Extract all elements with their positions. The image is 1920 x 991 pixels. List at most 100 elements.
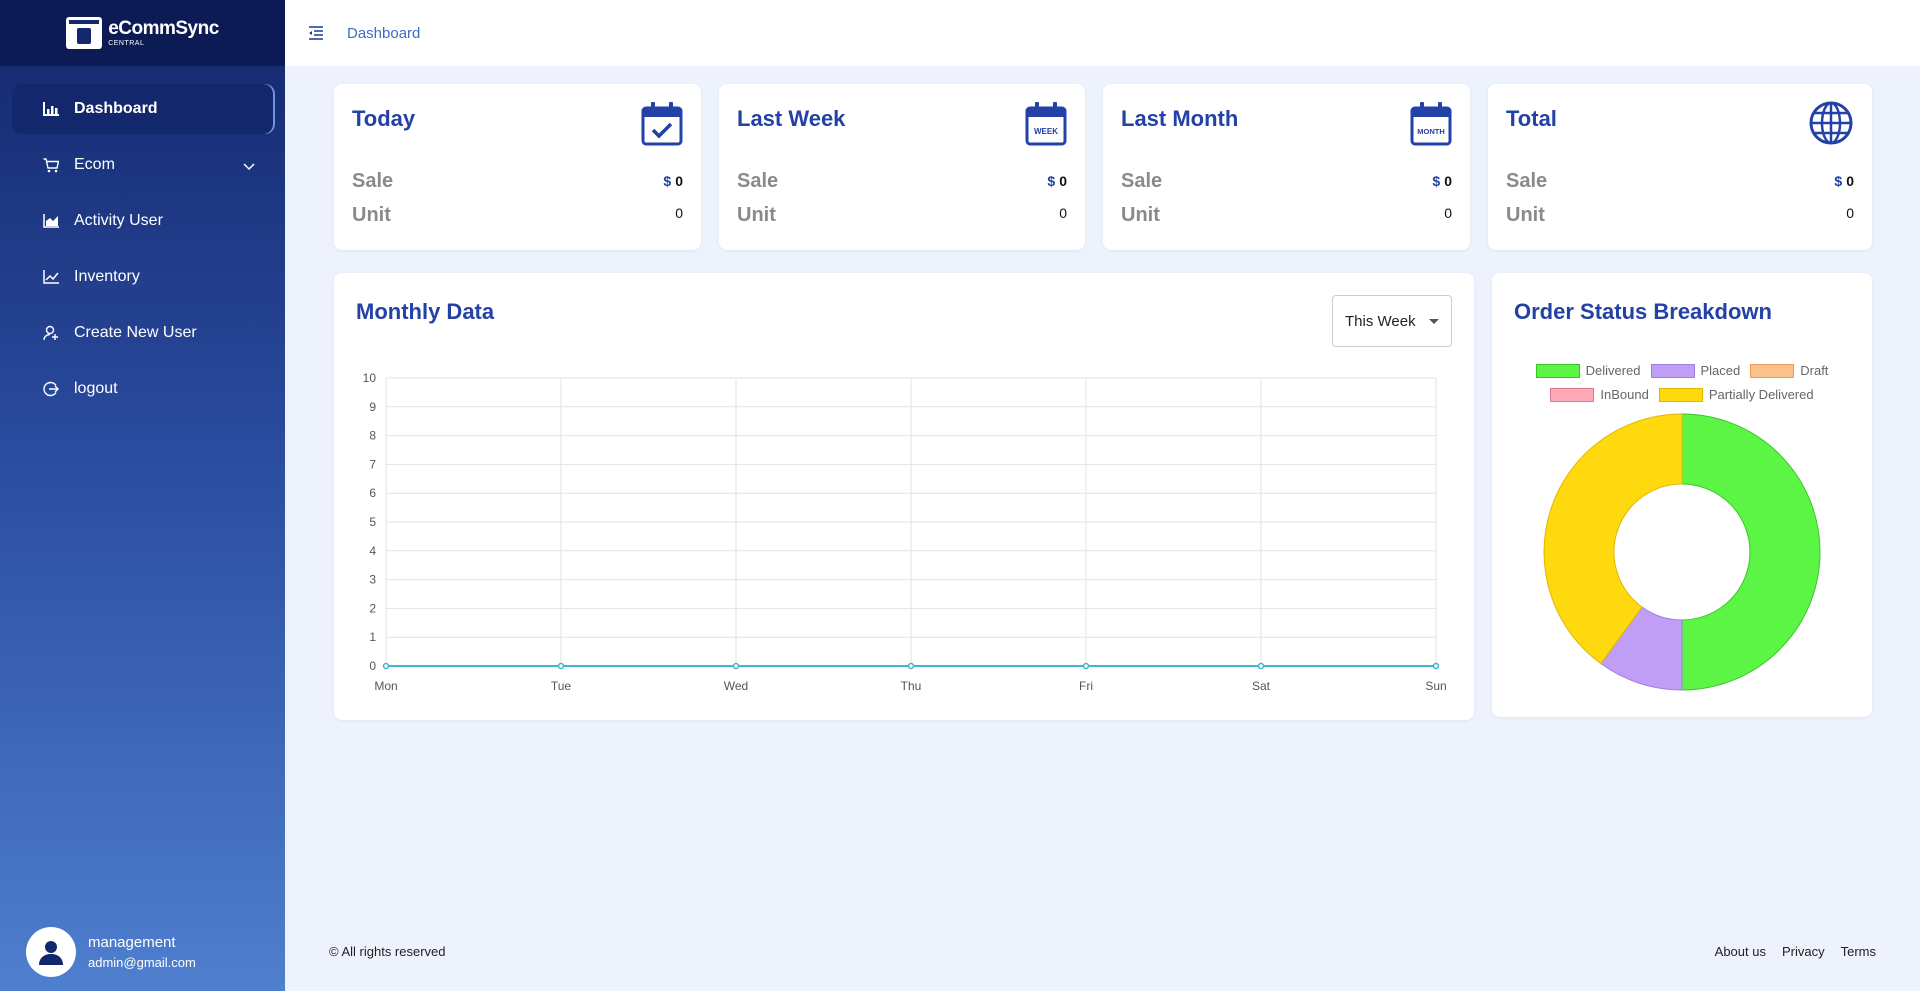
- globe-icon: [1809, 101, 1853, 145]
- data-point[interactable]: [1432, 662, 1440, 670]
- footer-link-privacy[interactable]: Privacy: [1782, 944, 1825, 959]
- data-point[interactable]: [907, 662, 915, 670]
- sidebar-nav: Dashboard Ecom Activity User Inventory C…: [0, 84, 285, 414]
- sidebar-item-label: Activity User: [74, 212, 163, 229]
- sidebar-item-create-new-user[interactable]: Create New User: [12, 308, 273, 358]
- sidebar-item-activity-user[interactable]: Activity User: [12, 196, 273, 246]
- profile-name: management: [88, 934, 176, 951]
- stat-card-total: Total Sale $0 Unit 0: [1488, 84, 1872, 250]
- x-tick-label: Mon: [374, 679, 397, 693]
- menu-toggle-icon[interactable]: [305, 22, 327, 44]
- y-tick-label: 3: [369, 573, 376, 587]
- y-tick-label: 2: [369, 601, 376, 615]
- user-add-icon: [42, 324, 60, 342]
- unit-label: Unit: [1121, 204, 1160, 226]
- brand[interactable]: eCommSync CENTRAL: [0, 0, 285, 66]
- cart-icon: [42, 156, 60, 174]
- y-tick-label: 10: [363, 371, 377, 385]
- data-point[interactable]: [557, 662, 565, 670]
- monthly-data-card: Monthly Data This Week 0 1 2 3 4 5 6 7 8 9 10 Mon Tu…: [334, 273, 1474, 720]
- logo-icon: [66, 17, 103, 49]
- legend-row: InBound Partially Delivered: [1492, 387, 1872, 402]
- stat-title: Last Week: [737, 106, 846, 131]
- legend-swatch: [1550, 387, 1595, 402]
- chart-title: Order Status Breakdown: [1514, 299, 1772, 324]
- sale-label: Sale: [1121, 170, 1163, 192]
- topbar: Dashboard: [285, 0, 1920, 66]
- donut-slice[interactable]: [1681, 413, 1821, 691]
- sale-label: Sale: [1506, 170, 1548, 192]
- legend-item[interactable]: InBound: [1550, 387, 1649, 402]
- chevron-down-icon[interactable]: [243, 158, 255, 176]
- user-profile[interactable]: management admin@gmail.com: [26, 927, 196, 977]
- sidebar-item-ecom[interactable]: Ecom: [12, 140, 273, 190]
- donut-slice[interactable]: [1543, 413, 1683, 665]
- sidebar-item-label: Create New User: [74, 324, 197, 341]
- y-tick-label: 7: [369, 457, 376, 471]
- calendar-week-icon: WEEK: [1025, 102, 1067, 146]
- stat-title: Last Month: [1121, 106, 1239, 131]
- unit-value: 0: [1846, 205, 1854, 221]
- brand-subtitle: CENTRAL: [108, 40, 145, 47]
- sidebar-item-label: Ecom: [74, 156, 115, 173]
- legend-item[interactable]: Draft: [1750, 363, 1828, 378]
- y-tick-label: 6: [369, 486, 376, 500]
- copyright: © All rights reserved: [329, 944, 446, 959]
- data-point[interactable]: [382, 662, 390, 670]
- sidebar: eCommSync CENTRAL Dashboard Ecom Activit…: [0, 0, 285, 991]
- unit-value: 0: [1059, 205, 1067, 221]
- data-point[interactable]: [1082, 662, 1090, 670]
- donut-slice[interactable]: [1600, 606, 1683, 691]
- sale-label: Sale: [737, 170, 779, 192]
- footer-link-about[interactable]: About us: [1715, 944, 1766, 959]
- data-point[interactable]: [732, 662, 740, 670]
- stat-title: Total: [1506, 106, 1557, 131]
- x-tick-label: Wed: [724, 679, 748, 693]
- data-point[interactable]: [1257, 662, 1265, 670]
- user-icon: [39, 941, 63, 965]
- legend-item[interactable]: Partially Delivered: [1658, 387, 1814, 402]
- sale-label: Sale: [352, 170, 394, 192]
- donut-chart: [1543, 413, 1821, 691]
- svg-text:MONTH: MONTH: [1417, 127, 1445, 136]
- sidebar-item-inventory[interactable]: Inventory: [12, 252, 273, 302]
- stat-title: Today: [352, 106, 416, 131]
- x-tick-label: Tue: [551, 679, 572, 693]
- legend-swatch: [1658, 387, 1703, 402]
- stat-card-last-month: Last Month MONTH Sale $0 Unit 0: [1103, 84, 1470, 250]
- legend-row: Delivered Placed Draft: [1492, 363, 1872, 378]
- logout-icon: [42, 380, 60, 398]
- x-tick-label: Sat: [1252, 679, 1271, 693]
- line-chart: 0 1 2 3 4 5 6 7 8 9 10 Mon Tue Wed Thu Fri Sat Sun: [363, 371, 1447, 693]
- brand-name: eCommSync: [108, 18, 219, 39]
- y-tick-label: 8: [369, 429, 376, 443]
- calendar-check-icon: [641, 102, 683, 146]
- footer-link-terms[interactable]: Terms: [1841, 944, 1876, 959]
- sidebar-item-dashboard[interactable]: Dashboard: [12, 84, 273, 134]
- sidebar-item-logout[interactable]: logout: [12, 364, 273, 414]
- x-tick-label: Fri: [1079, 679, 1093, 693]
- order-status-card: Order Status Breakdown Delivered Placed Dr…: [1492, 273, 1872, 717]
- avatar: [26, 927, 76, 977]
- legend-label: Delivered: [1585, 363, 1641, 378]
- legend-label: Draft: [1800, 363, 1829, 378]
- legend-item[interactable]: Placed: [1650, 363, 1741, 378]
- stat-card-today: Today Sale $0 Unit 0: [334, 84, 701, 250]
- profile-email: admin@gmail.com: [88, 955, 196, 970]
- unit-label: Unit: [1506, 204, 1545, 226]
- sale-value: $0: [1432, 173, 1452, 189]
- sidebar-item-label: Inventory: [74, 268, 140, 285]
- legend-label: Placed: [1700, 363, 1741, 378]
- x-tick-label: Sun: [1425, 679, 1446, 693]
- footer-links: About us Privacy Terms: [1715, 944, 1876, 959]
- unit-value: 0: [1444, 205, 1452, 221]
- y-tick-label: 9: [369, 400, 376, 414]
- y-tick-label: 4: [369, 544, 376, 558]
- breadcrumb[interactable]: Dashboard: [347, 25, 420, 42]
- chart-bar-icon: [42, 100, 60, 118]
- sale-value: $0: [1047, 173, 1067, 189]
- y-tick-label: 1: [369, 630, 376, 644]
- legend-item[interactable]: Delivered: [1535, 363, 1641, 378]
- x-tick-label: Thu: [901, 679, 922, 693]
- unit-value: 0: [675, 205, 683, 221]
